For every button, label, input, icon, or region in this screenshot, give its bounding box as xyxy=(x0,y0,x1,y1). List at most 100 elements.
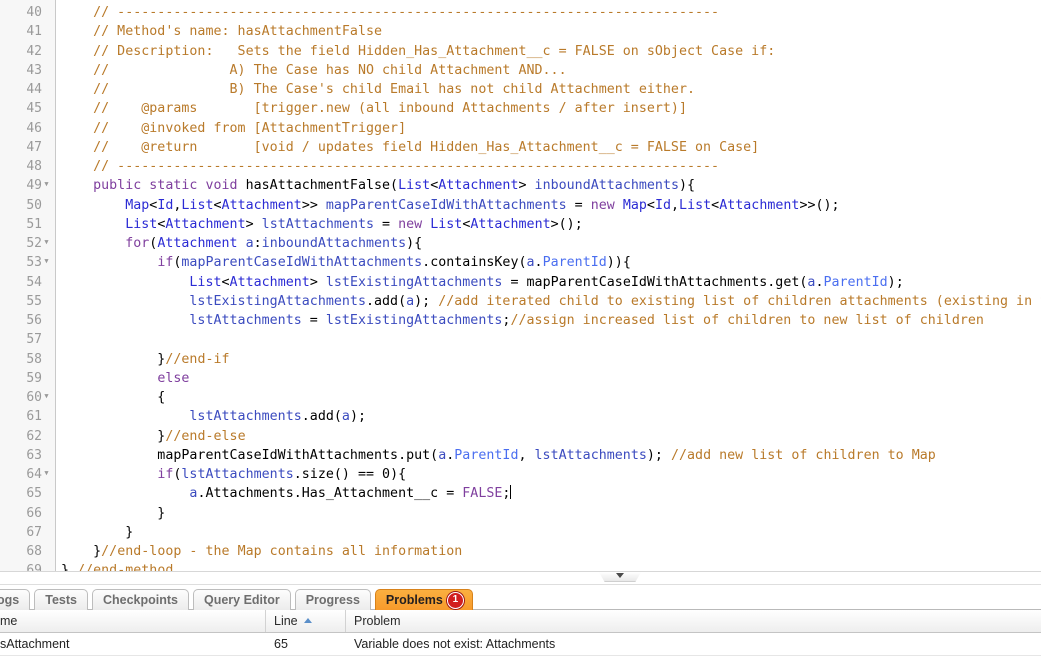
code-line[interactable]: if(lstAttachments.size() == 0){ xyxy=(61,465,1041,484)
code-line[interactable]: // @invoked from [AttachmentTrigger] xyxy=(61,119,1041,138)
line-number[interactable]: 40▼ xyxy=(0,3,55,22)
code-token-fld: ParentId xyxy=(454,448,518,463)
code-line[interactable]: mapParentCaseIdWithAttachments.put(a.Par… xyxy=(61,446,1041,465)
line-number[interactable]: 43▼ xyxy=(0,61,55,80)
code-token-pl: .add( xyxy=(366,294,406,309)
code-token-var: inboundAttachments xyxy=(262,236,406,251)
fold-triangle-icon[interactable]: ▼ xyxy=(42,252,51,271)
code-token-cm: //end-if xyxy=(165,352,229,367)
line-number[interactable]: 58▼ xyxy=(0,350,55,369)
code-token-var: a xyxy=(246,236,254,251)
line-number[interactable]: 62▼ xyxy=(0,427,55,446)
code-line[interactable]: // -------------------------------------… xyxy=(61,3,1041,22)
code-line[interactable] xyxy=(61,330,1041,349)
code-line[interactable]: }//end-if xyxy=(61,350,1041,369)
line-number[interactable]: 50▼ xyxy=(0,196,55,215)
column-header-label: Problem xyxy=(354,614,401,628)
panel-splitter[interactable] xyxy=(0,571,1041,585)
code-token-pl: = xyxy=(302,313,326,328)
code-token-pl: = xyxy=(374,217,398,232)
line-number[interactable]: 65▼ xyxy=(0,484,55,503)
line-number[interactable]: 46▼ xyxy=(0,119,55,138)
line-number-gutter[interactable]: 40▼41▼42▼43▼44▼45▼46▼47▼48▼49▼50▼51▼52▼5… xyxy=(0,0,56,571)
bottom-panel-tabstrip[interactable]: ogs TestsCheckpointsQuery Editor Progress P… xyxy=(0,585,1041,610)
line-number[interactable]: 48▼ xyxy=(0,157,55,176)
code-line[interactable]: Map<Id,List<Attachment>> mapParentCaseId… xyxy=(61,196,1041,215)
table-row[interactable]: sAttachment65Variable does not exist: At… xyxy=(0,633,1041,656)
line-number[interactable]: 60▼ xyxy=(0,388,55,407)
line-number[interactable]: 44▼ xyxy=(0,80,55,99)
line-number[interactable]: 67▼ xyxy=(0,523,55,542)
code-line[interactable]: }//end-else xyxy=(61,427,1041,446)
code-line[interactable]: public static void hasAttachmentFalse(Li… xyxy=(61,176,1041,195)
code-token-pl: { xyxy=(61,390,165,405)
code-line[interactable]: }//end-loop - the Map contains all infor… xyxy=(61,542,1041,561)
code-line[interactable]: // A) The Case has NO child Attachment A… xyxy=(61,61,1041,80)
line-number-label: 62 xyxy=(26,429,42,444)
code-token-var: lstExistingAttachments xyxy=(326,313,503,328)
line-number[interactable]: 59▼ xyxy=(0,369,55,388)
code-line[interactable]: // @return [void / updates field Hidden_… xyxy=(61,138,1041,157)
code-line[interactable]: } //end-method xyxy=(61,561,1041,571)
code-line[interactable]: lstAttachments.add(a); xyxy=(61,407,1041,426)
line-number[interactable]: 41▼ xyxy=(0,22,55,41)
panel-collapse-handle[interactable] xyxy=(596,572,644,582)
code-line[interactable]: } xyxy=(61,523,1041,542)
code-line[interactable]: for(Attachment a:inboundAttachments){ xyxy=(61,234,1041,253)
line-number[interactable]: 66▼ xyxy=(0,504,55,523)
line-number[interactable]: 56▼ xyxy=(0,311,55,330)
code-line[interactable]: } xyxy=(61,504,1041,523)
line-number[interactable]: 63▼ xyxy=(0,446,55,465)
line-number[interactable]: 45▼ xyxy=(0,99,55,118)
line-number[interactable]: 53▼ xyxy=(0,253,55,272)
line-number[interactable]: 54▼ xyxy=(0,273,55,292)
fold-triangle-icon[interactable]: ▼ xyxy=(42,175,51,194)
tab-badge-count: 1 xyxy=(447,592,464,609)
code-line[interactable]: List<Attachment> lstExistingAttachments … xyxy=(61,273,1041,292)
line-number[interactable]: 47▼ xyxy=(0,138,55,157)
code-text-area[interactable]: // -------------------------------------… xyxy=(56,0,1041,571)
tab-query-editor[interactable]: Query Editor xyxy=(193,589,291,610)
tab-progress[interactable]: Progress xyxy=(295,589,371,610)
line-number[interactable]: 57▼ xyxy=(0,330,55,349)
code-line[interactable]: lstAttachments = lstExistingAttachments;… xyxy=(61,311,1041,330)
code-line[interactable]: else xyxy=(61,369,1041,388)
fold-triangle-icon[interactable]: ▼ xyxy=(42,464,51,483)
line-number[interactable]: 68▼ xyxy=(0,542,55,561)
code-token-pl: } xyxy=(61,525,133,540)
code-line[interactable]: // Method's name: hasAttachmentFalse xyxy=(61,22,1041,41)
code-line[interactable]: // @params [trigger.new (all inbound Att… xyxy=(61,99,1041,118)
code-line[interactable]: List<Attachment> lstAttachments = new Li… xyxy=(61,215,1041,234)
tab-ogs[interactable]: ogs xyxy=(0,589,30,610)
line-number[interactable]: 55▼ xyxy=(0,292,55,311)
code-token-pl: .containsKey( xyxy=(422,255,526,270)
code-token-ty: Map xyxy=(623,198,647,213)
line-number[interactable]: 52▼ xyxy=(0,234,55,253)
tab-label: Progress xyxy=(306,590,360,610)
code-line[interactable]: // B) The Case's child Email has not chi… xyxy=(61,80,1041,99)
line-number[interactable]: 42▼ xyxy=(0,42,55,61)
column-header-problem[interactable]: Problem xyxy=(346,610,1041,632)
line-number[interactable]: 49▼ xyxy=(0,176,55,195)
code-line[interactable]: if(mapParentCaseIdWithAttachments.contai… xyxy=(61,253,1041,272)
column-header-name[interactable]: me xyxy=(0,610,266,632)
column-header-line[interactable]: Line xyxy=(266,610,346,632)
fold-triangle-icon[interactable]: ▼ xyxy=(42,387,51,406)
line-number[interactable]: 69▼ xyxy=(0,561,55,571)
fold-triangle-icon[interactable]: ▼ xyxy=(42,233,51,252)
tab-label: ogs xyxy=(0,590,19,610)
tab-tests[interactable]: Tests xyxy=(34,589,88,610)
code-editor[interactable]: 40▼41▼42▼43▼44▼45▼46▼47▼48▼49▼50▼51▼52▼5… xyxy=(0,0,1041,571)
code-line[interactable]: // -------------------------------------… xyxy=(61,157,1041,176)
code-line[interactable]: // Description: Sets the field Hidden_Ha… xyxy=(61,42,1041,61)
code-line[interactable]: lstExistingAttachments.add(a); //add ite… xyxy=(61,292,1041,311)
sort-ascending-icon xyxy=(304,618,312,623)
line-number[interactable]: 61▼ xyxy=(0,407,55,426)
tab-checkpoints[interactable]: Checkpoints xyxy=(92,589,189,610)
line-number[interactable]: 64▼ xyxy=(0,465,55,484)
code-line[interactable]: { xyxy=(61,388,1041,407)
problems-table-body[interactable]: sAttachment65Variable does not exist: At… xyxy=(0,633,1041,666)
line-number[interactable]: 51▼ xyxy=(0,215,55,234)
code-line[interactable]: a.Attachments.Has_Attachment__c = FALSE; xyxy=(61,484,1041,503)
tab-problems[interactable]: Problems1 xyxy=(375,589,473,610)
